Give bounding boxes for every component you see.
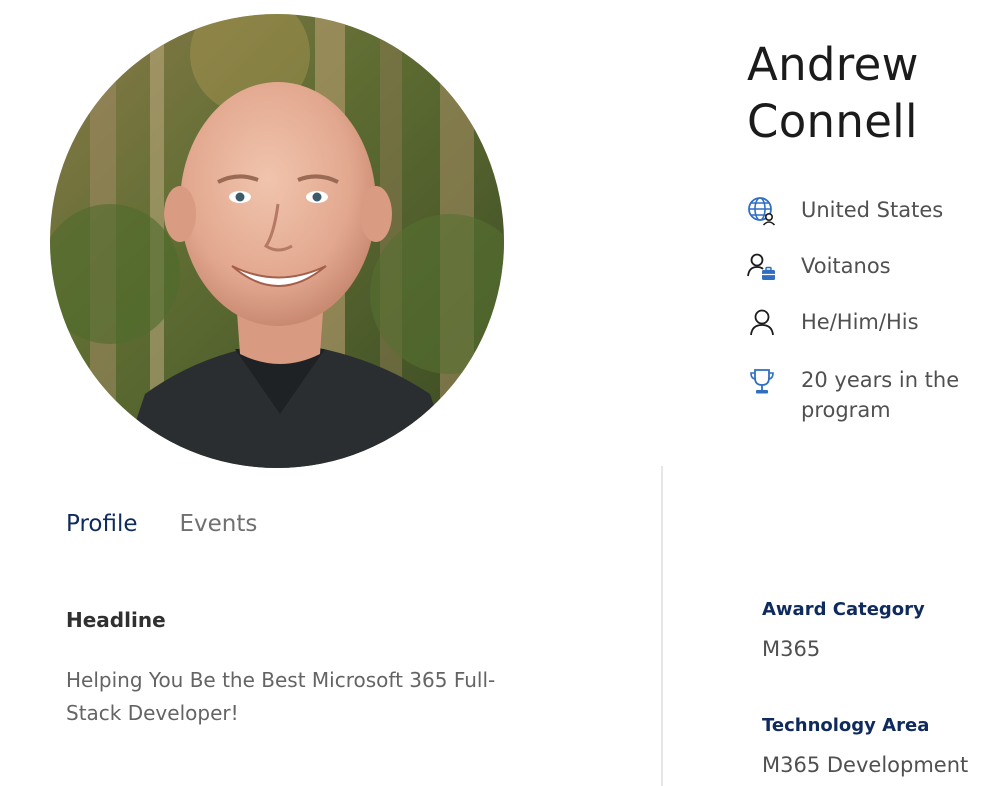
fact-country-text: United States xyxy=(801,198,944,222)
globe-person-icon xyxy=(746,195,778,227)
headline-text: Helping You Be the Best Microsoft 365 Fu… xyxy=(66,668,496,725)
avatar xyxy=(50,14,504,468)
fact-company: Voitanos xyxy=(746,251,891,283)
fact-company-text: Voitanos xyxy=(801,254,891,278)
tab-events[interactable]: Events xyxy=(180,508,258,540)
profile-page: Andrew Connell United States Voitanos He… xyxy=(0,0,1000,786)
profile-photo xyxy=(50,14,504,468)
person-briefcase-icon xyxy=(746,251,778,283)
profile-name: Andrew Connell xyxy=(747,36,919,150)
profile-tabs: Profile Events xyxy=(66,508,257,540)
award-category-label: Award Category xyxy=(762,599,925,620)
fact-pronouns-text: He/Him/His xyxy=(801,310,919,334)
person-icon xyxy=(746,307,778,339)
profile-name-first: Andrew xyxy=(747,38,919,91)
technology-area-label: Technology Area xyxy=(762,715,930,736)
fact-years: 20 years in the program xyxy=(746,365,981,425)
fact-years-text: 20 years in the program xyxy=(801,368,960,422)
trophy-icon xyxy=(746,365,778,397)
profile-name-last: Connell xyxy=(747,95,918,148)
fact-pronouns: He/Him/His xyxy=(746,307,919,339)
technology-area-value: M365 Development xyxy=(762,753,969,777)
headline-label: Headline xyxy=(66,608,166,632)
fact-country: United States xyxy=(746,195,943,227)
award-category-value: M365 xyxy=(762,637,821,661)
tab-profile[interactable]: Profile xyxy=(66,508,138,540)
section-divider xyxy=(661,466,663,786)
